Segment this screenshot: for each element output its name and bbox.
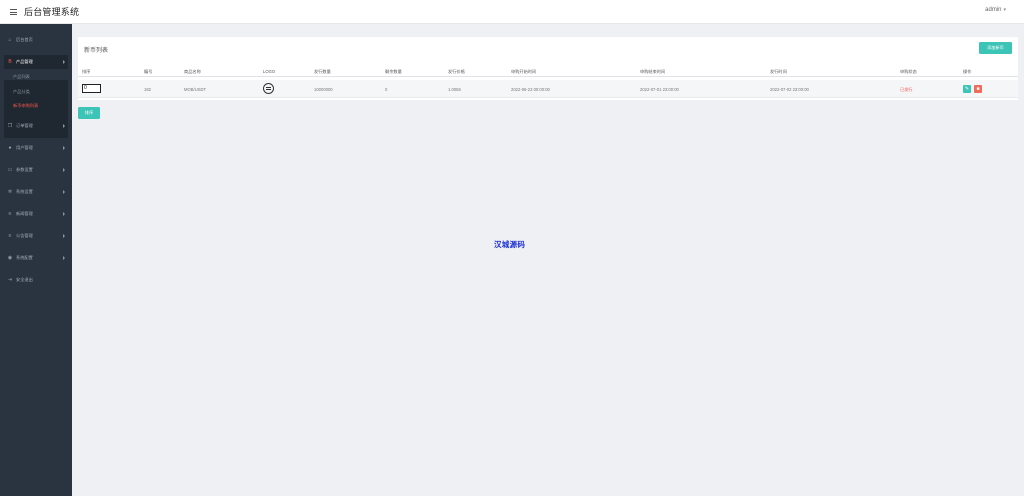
chevron-right-icon [63, 190, 65, 194]
gears-icon: ✲ [7, 189, 13, 195]
bitcoin-icon: B [8, 59, 12, 65]
sort-button[interactable]: 排序 [78, 107, 100, 119]
top-bar: 后台管理系统 admin ▾ [0, 0, 1024, 24]
submenu-item-new-coin-list[interactable]: 新币申购列表 [13, 103, 38, 109]
card-title: 新币列表 [84, 48, 109, 54]
column-header: 商品名称 [184, 69, 201, 74]
sidebar-item-system-settings[interactable]: ✲ 系统设置 [0, 185, 72, 199]
sidebar-item-label: 后台首页 [16, 37, 33, 42]
sidebar-item-products[interactable]: B 产品管理 [4, 55, 68, 69]
chevron-right-icon [63, 124, 65, 128]
user-name: admin [985, 7, 1002, 13]
table-row: 0 182 MOB/USDT 10000000 0 1.0056 2022-06… [78, 80, 1018, 98]
column-header: 申购结束时间 [640, 69, 666, 74]
copy-icon: ❐ [7, 123, 13, 129]
column-header: 申购开始时间 [511, 69, 537, 74]
app-title: 后台管理系统 [24, 7, 80, 17]
cell-start-time: 2022-06-23 00:00:00 [511, 87, 550, 92]
user-icon: ● [8, 145, 12, 151]
chevron-right-icon [63, 60, 65, 64]
sidebar-item-users[interactable]: ● 用户管理 [0, 141, 72, 155]
sort-order-input[interactable]: 0 [82, 84, 101, 93]
cell-id: 182 [144, 87, 151, 92]
sidebar-item-label: 用户管理 [16, 145, 33, 150]
logo-icon [263, 83, 274, 94]
sidebar-item-announcements[interactable]: ≡ 公告管理 [0, 229, 72, 243]
sidebar-item-params[interactable]: ▭ 参数设置 [0, 163, 72, 177]
cell-remaining-qty: 0 [385, 87, 388, 92]
sidebar-item-label: 公告管理 [16, 233, 33, 238]
chevron-right-icon [63, 146, 65, 150]
table-header: 排序 编号 商品名称 LOGO 发行数量 剩余数量 发行价格 申购开始时间 申购… [78, 66, 1018, 77]
logout-icon: ⇥ [7, 277, 13, 283]
column-header: 编号 [144, 69, 153, 74]
list-icon: ≡ [8, 233, 12, 239]
cell-price: 1.0056 [448, 87, 461, 92]
sidebar-item-home[interactable]: ⌂ 后台首页 [0, 33, 72, 47]
sidebar-item-label: 系统设置 [16, 189, 33, 194]
column-header: 剩余数量 [385, 69, 402, 74]
list-icon: ≡ [8, 211, 12, 217]
trash-icon: ■ [976, 86, 980, 92]
chevron-right-icon [63, 256, 65, 260]
chevron-down-icon: ▾ [1003, 7, 1006, 13]
status-badge: 已发行 [900, 87, 913, 92]
sidebar-item-label: 参数设置 [16, 167, 33, 172]
user-menu[interactable]: admin ▾ [985, 7, 1006, 13]
column-header: 操作 [963, 69, 972, 74]
sidebar-item-logout[interactable]: ⇥ 安全退出 [0, 273, 72, 287]
cell-issue-qty: 10000000 [314, 87, 333, 92]
column-header: 发行价格 [448, 69, 465, 74]
add-new-coin-button[interactable]: 添加新币 [979, 42, 1012, 54]
cell-end-time: 2022-07-01 23:00:00 [640, 87, 679, 92]
home-icon: ⌂ [8, 37, 12, 43]
sidebar-item-news[interactable]: ≡ 新闻管理 [0, 207, 72, 221]
pencil-icon: ✎ [964, 86, 970, 92]
sidebar-item-orders[interactable]: ❐ 订单管理 [0, 119, 72, 133]
sidebar-item-label: 系统配置 [16, 255, 33, 260]
submenu-item-product-category[interactable]: 产品分类 [13, 89, 30, 95]
chevron-right-icon [63, 168, 65, 172]
sidebar-item-system-config[interactable]: ◉ 系统配置 [0, 251, 72, 265]
delete-button[interactable]: ■ [974, 85, 982, 93]
cell-name: MOB/USDT [184, 87, 207, 92]
submenu-item-product-list[interactable]: 产品列表 [13, 74, 30, 80]
chevron-right-icon [63, 234, 65, 238]
column-header: LOGO [263, 69, 276, 74]
column-header: 排序 [82, 69, 91, 74]
chevron-right-icon [63, 212, 65, 216]
file-icon: ▭ [7, 167, 13, 173]
sidebar: ⌂ 后台首页 B 产品管理 产品列表 产品分类 新币申购列表 ❐ 订单管理 ● … [0, 24, 72, 496]
new-coin-list-card: 新币列表 添加新币 排序 编号 商品名称 LOGO 发行数量 剩余数量 发行价格… [78, 37, 1018, 100]
sidebar-item-label: 产品管理 [16, 59, 33, 64]
edit-button[interactable]: ✎ [963, 85, 971, 93]
column-header: 发行数量 [314, 69, 331, 74]
column-header: 发行时间 [770, 69, 787, 74]
sidebar-item-label: 新闻管理 [16, 211, 33, 216]
menu-toggle-icon[interactable] [5, 0, 21, 24]
sidebar-item-label: 安全退出 [16, 277, 33, 282]
watermark-text: 汉城源码 [494, 240, 526, 249]
cell-issue-time: 2022-07-02 23:00:00 [770, 87, 809, 92]
globe-icon: ◉ [7, 255, 13, 261]
column-header: 申购状态 [900, 69, 917, 74]
sidebar-item-label: 订单管理 [16, 123, 33, 128]
